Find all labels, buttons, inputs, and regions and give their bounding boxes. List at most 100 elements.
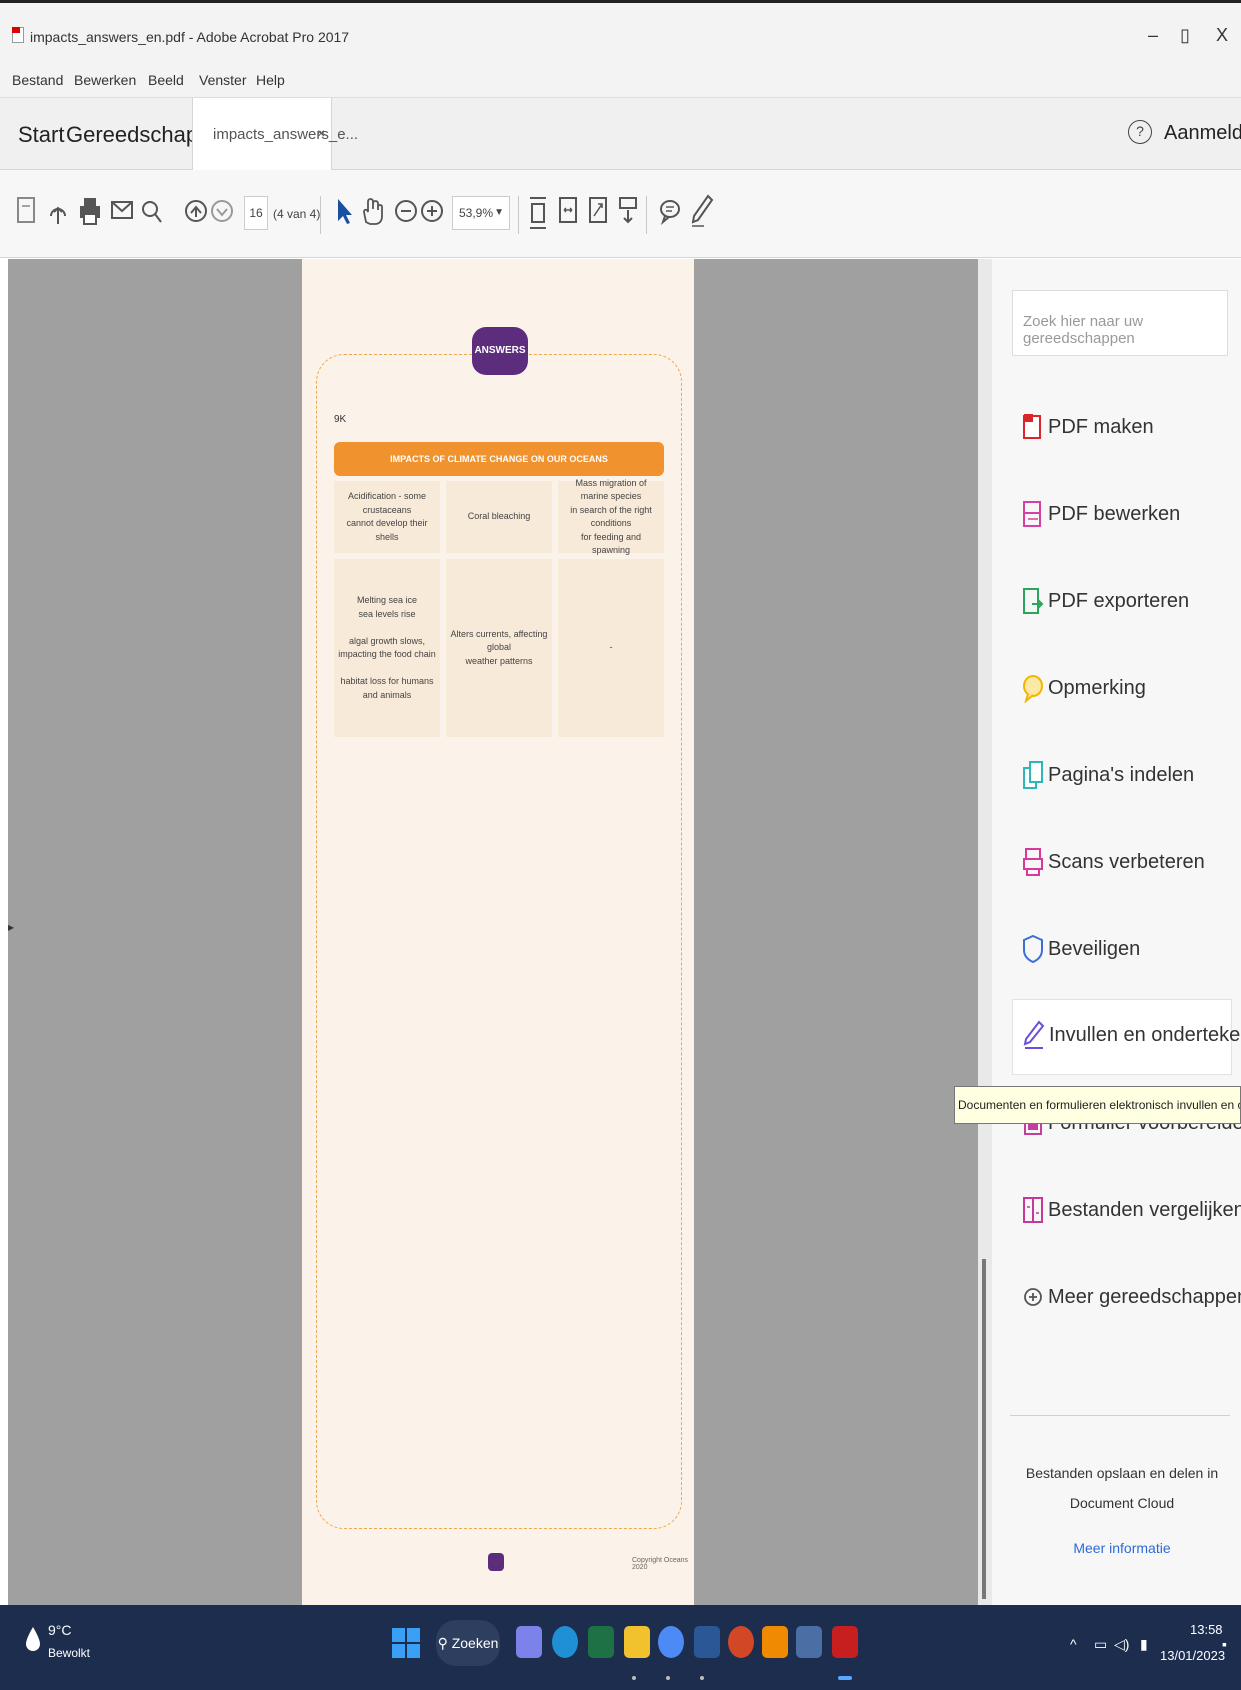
excel-icon[interactable] xyxy=(588,1626,614,1658)
vertical-scrollbar[interactable] xyxy=(978,259,992,1605)
shield-icon xyxy=(1020,934,1046,968)
menu-file[interactable]: Bestand xyxy=(12,72,63,88)
expand-left-pane-icon[interactable]: ▸ xyxy=(8,920,14,934)
create-pdf-icon[interactable] xyxy=(16,196,36,232)
fit-page-icon[interactable] xyxy=(528,196,548,238)
comment-icon xyxy=(1020,673,1046,707)
print-icon[interactable] xyxy=(78,196,102,232)
upload-icon[interactable] xyxy=(46,196,70,232)
tool-organize-pages[interactable]: Pagina's indelen xyxy=(1012,740,1232,816)
show-hidden-icons-chevron-icon[interactable]: ^ xyxy=(1070,1636,1077,1652)
word-icon[interactable] xyxy=(694,1626,720,1658)
menu-view[interactable]: Beeld xyxy=(148,72,184,88)
table-header: IMPACTS OF CLIMATE CHANGE ON OUR OCEANS xyxy=(334,442,664,476)
menu-help[interactable]: Help xyxy=(256,72,285,88)
tool-create-pdf[interactable]: PDF maken xyxy=(1012,392,1232,468)
page-logo xyxy=(488,1553,504,1571)
weather-icon[interactable] xyxy=(24,1625,42,1653)
document-cloud-text: Bestanden opslaan en delen in Document C… xyxy=(1025,1465,1219,1511)
volume-icon[interactable]: ◁) xyxy=(1114,1636,1129,1653)
acrobat-taskbar-icon[interactable] xyxy=(832,1626,858,1658)
title-bar: impacts_answers_en.pdf - Adobe Acrobat P… xyxy=(0,0,1241,60)
notifications-icon[interactable]: ▪ xyxy=(1222,1636,1227,1652)
find-icon[interactable] xyxy=(140,196,164,232)
comment-icon[interactable] xyxy=(658,196,682,232)
powerpoint-icon[interactable] xyxy=(728,1626,754,1658)
tool-fill-sign[interactable]: Invullen en ondertekenen xyxy=(1012,999,1241,1075)
network-icon[interactable]: ▭ xyxy=(1094,1636,1107,1653)
tab-start[interactable]: Start xyxy=(18,122,64,148)
table-cell: Acidification - some crustaceans cannot … xyxy=(334,481,440,553)
taskbar-search-label: Zoeken xyxy=(451,1635,499,1651)
close-window-button[interactable]: X xyxy=(1216,25,1228,46)
windows-start-icon[interactable] xyxy=(392,1628,420,1658)
fill-sign-tooltip: Documenten en formulieren elektronisch i… xyxy=(954,1086,1241,1124)
tool-protect[interactable]: Beveiligen xyxy=(1012,914,1232,990)
tool-label: PDF bewerken xyxy=(1048,503,1181,525)
tool-enhance-scans[interactable]: Scans verbeteren xyxy=(1012,827,1232,903)
windows-taskbar xyxy=(0,1605,1241,1690)
tool-label: Scans verbeteren xyxy=(1048,851,1205,873)
taskbar-search[interactable]: ⚲ Zoeken xyxy=(436,1620,500,1666)
zoom-level-value: 53,9% xyxy=(459,206,494,220)
fit-width-icon[interactable] xyxy=(558,196,578,232)
select-arrow-icon[interactable] xyxy=(334,196,354,232)
active-app-indicator xyxy=(838,1676,852,1680)
pdf-create-icon xyxy=(1020,412,1046,446)
menu-window[interactable]: Venster xyxy=(199,72,246,88)
running-indicator xyxy=(666,1676,670,1680)
tool-label: PDF maken xyxy=(1048,416,1154,438)
sign-pen-icon[interactable] xyxy=(690,194,714,234)
email-icon[interactable] xyxy=(110,196,134,232)
page-up-icon[interactable] xyxy=(184,196,208,232)
zoom-in-icon[interactable] xyxy=(420,196,444,232)
page-number-input[interactable]: 16 xyxy=(244,196,268,230)
search-icon: ⚲ xyxy=(437,1635,448,1651)
close-tab-icon[interactable]: × xyxy=(317,125,325,141)
scrollbar-thumb[interactable] xyxy=(982,1259,986,1599)
full-screen-icon[interactable] xyxy=(588,196,608,232)
tool-comment[interactable]: Opmerking xyxy=(1012,653,1232,729)
minimize-button[interactable]: – xyxy=(1148,25,1158,46)
tools-search-input[interactable]: Zoek hier naar uw gereedschappen xyxy=(1012,290,1228,356)
weather-description[interactable]: Bewolkt xyxy=(48,1646,90,1660)
table-cell: Coral bleaching xyxy=(446,481,552,553)
table-cell: Melting sea ice sea levels rise algal gr… xyxy=(334,559,440,737)
hand-tool-icon[interactable] xyxy=(360,196,384,232)
battery-icon[interactable]: ▮ xyxy=(1140,1636,1148,1653)
clock-time[interactable]: 13:58 xyxy=(1190,1622,1223,1637)
tool-export-pdf[interactable]: PDF exporteren xyxy=(1012,566,1232,642)
restore-button[interactable]: ▯ xyxy=(1180,25,1190,46)
page-down-icon[interactable] xyxy=(210,196,234,232)
vlc-icon[interactable] xyxy=(762,1626,788,1658)
document-tab-label: impacts_answers_e... xyxy=(213,126,359,143)
menu-bar: Bestand Bewerken Beeld Venster Help xyxy=(0,60,1241,98)
help-icon[interactable]: ? xyxy=(1128,120,1152,144)
menu-edit[interactable]: Bewerken xyxy=(74,72,136,88)
tool-compare-files[interactable]: Bestanden vergelijken xyxy=(1012,1175,1241,1251)
tab-document[interactable]: impacts_answers_e... × xyxy=(192,98,358,170)
answers-badge: ANSWERS xyxy=(472,327,528,375)
chevron-down-icon[interactable]: ▼ xyxy=(494,197,504,229)
table-cell: Alters currents, affecting global weathe… xyxy=(446,559,552,737)
tool-edit-pdf[interactable]: PDF bewerken xyxy=(1012,479,1232,555)
weather-temperature[interactable]: 9°C xyxy=(48,1622,72,1638)
file-explorer-icon[interactable] xyxy=(624,1626,650,1658)
scroll-mode-icon[interactable] xyxy=(618,196,638,232)
tab-bar: Start Gereedschappen impacts_answers_e..… xyxy=(0,98,1241,170)
edge-browser-icon[interactable] xyxy=(552,1626,578,1658)
compare-files-icon xyxy=(1020,1195,1046,1229)
tool-label: Pagina's indelen xyxy=(1048,764,1195,786)
teams-icon[interactable] xyxy=(796,1626,822,1658)
tool-more-tools[interactable]: Meer gereedschappen xyxy=(1012,1262,1241,1338)
toolbar-separator xyxy=(518,196,519,234)
zoom-level-input[interactable]: 53,9% ▼ xyxy=(452,196,510,230)
chat-app-icon[interactable] xyxy=(516,1626,542,1658)
zoom-out-icon[interactable] xyxy=(394,196,418,232)
clock-date[interactable]: 13/01/2023 xyxy=(1160,1648,1225,1663)
pdf-page: ANSWERS 9K IMPACTS OF CLIMATE CHANGE ON … xyxy=(302,259,694,1605)
sign-in-button[interactable]: Aanmelden xyxy=(1164,122,1241,145)
more-info-link[interactable]: Meer informatie xyxy=(1012,1540,1232,1556)
tool-label: Beveiligen xyxy=(1048,938,1141,960)
chrome-icon[interactable] xyxy=(658,1626,684,1658)
